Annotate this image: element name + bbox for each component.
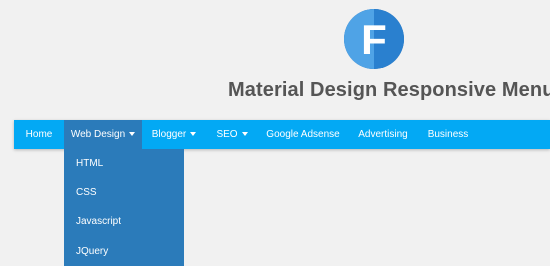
- nav-item-business[interactable]: Business: [424, 120, 472, 149]
- nav-item-blogger[interactable]: Blogger: [148, 120, 200, 149]
- dropdown-item-jquery[interactable]: JQuery: [64, 237, 184, 266]
- dropdown-item-html[interactable]: HTML: [64, 149, 184, 178]
- nav-item-home[interactable]: Home: [14, 120, 64, 149]
- nav-item-label: Google Adsense: [266, 129, 340, 140]
- dropdown-item-label: HTML: [76, 158, 104, 169]
- letter-f-logo-icon: F: [344, 9, 404, 69]
- logo-letter: F: [361, 16, 387, 63]
- nav-item-advertising[interactable]: Advertising: [355, 120, 411, 149]
- caret-down-icon: [241, 132, 248, 137]
- nav-item-label: Web Design: [70, 129, 126, 140]
- web-design-dropdown: HTML CSS Javascript JQuery: [64, 149, 184, 266]
- dropdown-item-javascript[interactable]: Javascript: [64, 207, 184, 236]
- main-navbar: Home Web Design Blogger SEO Google Adsen…: [14, 120, 550, 149]
- nav-item-label: Blogger: [151, 129, 187, 140]
- page-title: Material Design Responsive Menu: [228, 79, 550, 101]
- nav-item-label: Advertising: [358, 129, 408, 140]
- nav-item-google-adsense[interactable]: Google Adsense: [264, 120, 342, 149]
- dropdown-item-css[interactable]: CSS: [64, 178, 184, 207]
- nav-item-label: Home: [25, 129, 53, 140]
- caret-down-icon: [129, 132, 136, 137]
- dropdown-item-label: CSS: [76, 187, 97, 198]
- nav-item-seo[interactable]: SEO: [212, 120, 252, 149]
- nav-item-label: SEO: [216, 129, 238, 140]
- dropdown-item-label: JQuery: [76, 246, 109, 257]
- nav-item-web-design[interactable]: Web Design: [64, 120, 142, 149]
- dropdown-item-label: Javascript: [76, 216, 122, 227]
- nav-item-label: Business: [427, 129, 469, 140]
- caret-down-icon: [190, 132, 197, 137]
